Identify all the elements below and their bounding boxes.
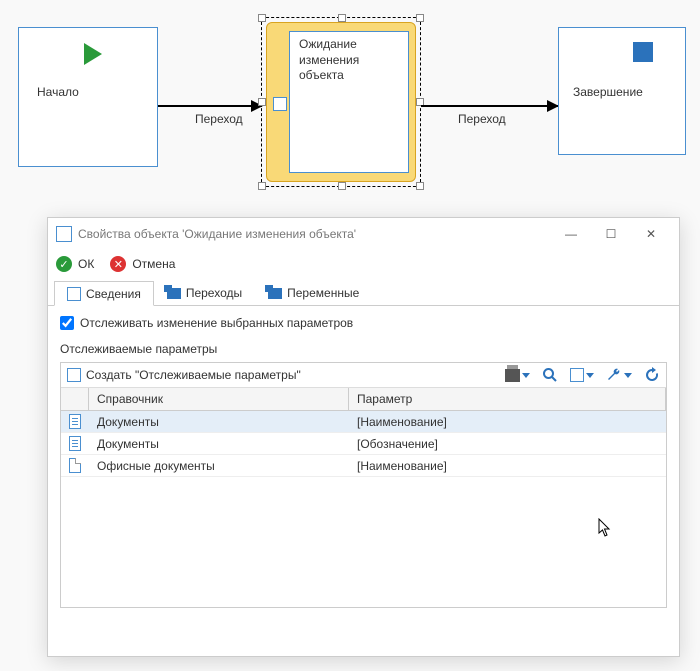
document-icon [69, 436, 81, 451]
panel-icon [570, 368, 584, 382]
wait-icon [273, 97, 287, 111]
track-checkbox-label: Отслеживать изменение выбранных параметр… [80, 316, 353, 330]
properties-dialog: Свойства объекта 'Ожидание изменения объ… [47, 217, 680, 657]
ok-label[interactable]: ОК [78, 257, 94, 271]
resize-handle-ne[interactable] [416, 14, 424, 22]
grid-toolbar: Создать "Отслеживаемые параметры" [61, 363, 666, 388]
dialog-toolbar: ✓ ОК ✕ Отмена [48, 250, 679, 278]
edge-2[interactable] [421, 105, 558, 107]
variables-icon [268, 288, 282, 299]
track-checkbox[interactable] [60, 316, 74, 330]
resize-handle-se[interactable] [416, 182, 424, 190]
close-button[interactable]: ✕ [631, 227, 671, 241]
table-row[interactable]: Документы [Обозначение] [61, 433, 666, 455]
selection-frame[interactable]: Ожидание изменения объекта [261, 17, 421, 187]
panel-button[interactable] [570, 368, 594, 382]
ok-icon[interactable]: ✓ [56, 256, 72, 272]
tab-transitions[interactable]: Переходы [154, 280, 255, 305]
document-icon [69, 458, 81, 473]
cancel-icon[interactable]: ✕ [110, 256, 126, 272]
edge-2-label: Переход [458, 112, 506, 126]
chevron-down-icon [522, 373, 530, 378]
details-icon [67, 287, 81, 301]
node-start[interactable]: Начало [18, 27, 158, 167]
edge-1[interactable] [158, 105, 262, 107]
cell-parameter: [Наименование] [349, 412, 666, 432]
cell-reference: Документы [89, 434, 349, 454]
tab-strip: Сведения Переходы Переменные [48, 278, 679, 306]
dialog-title: Свойства объекта 'Ожидание изменения объ… [78, 227, 551, 241]
parameters-grid: Создать "Отслеживаемые параметры" Справо… [60, 362, 667, 608]
tab-variables[interactable]: Переменные [255, 280, 372, 305]
search-button[interactable] [542, 367, 558, 383]
resize-handle-nw[interactable] [258, 14, 266, 22]
create-icon [67, 368, 81, 382]
refresh-button[interactable] [644, 367, 660, 383]
chevron-down-icon [586, 373, 594, 378]
grid-empty-area [61, 477, 666, 607]
node-wait[interactable]: Ожидание изменения объекта [266, 22, 416, 182]
column-reference[interactable]: Справочник [89, 388, 349, 410]
tab-transitions-label: Переходы [186, 286, 242, 300]
node-wait-label: Ожидание изменения объекта [299, 37, 359, 84]
tab-details-label: Сведения [86, 287, 141, 301]
node-end[interactable]: Завершение [558, 27, 686, 155]
cursor-icon [598, 518, 614, 538]
grid-header: Справочник Параметр [61, 388, 666, 411]
tab-variables-label: Переменные [287, 286, 359, 300]
print-icon [505, 369, 520, 382]
print-button[interactable] [505, 369, 530, 382]
app-icon [56, 226, 72, 242]
workflow-diagram: Начало Переход Ожидание изменения объект… [0, 0, 700, 200]
grid-body: Документы [Наименование] Документы [Обоз… [61, 411, 666, 607]
document-icon [69, 414, 81, 429]
search-icon [542, 367, 558, 383]
play-icon [84, 43, 102, 65]
tools-button[interactable] [606, 367, 632, 383]
stop-icon [633, 42, 653, 62]
chevron-down-icon [624, 373, 632, 378]
node-start-label: Начало [37, 85, 79, 99]
cell-reference: Офисные документы [89, 456, 349, 476]
transitions-icon [167, 288, 181, 299]
resize-handle-n[interactable] [338, 14, 346, 22]
titlebar[interactable]: Свойства объекта 'Ожидание изменения объ… [48, 218, 679, 250]
resize-handle-w[interactable] [258, 98, 266, 106]
cell-parameter: [Обозначение] [349, 434, 666, 454]
cancel-label[interactable]: Отмена [132, 257, 175, 271]
cell-parameter: [Наименование] [349, 456, 666, 476]
maximize-button[interactable]: ☐ [591, 227, 631, 241]
node-end-label: Завершение [573, 85, 643, 99]
table-row[interactable]: Документы [Наименование] [61, 411, 666, 433]
resize-handle-s[interactable] [338, 182, 346, 190]
tab-details[interactable]: Сведения [54, 281, 154, 306]
cell-reference: Документы [89, 412, 349, 432]
section-heading: Отслеживаемые параметры [60, 342, 667, 356]
edge-1-label: Переход [195, 112, 243, 126]
wrench-icon [606, 367, 622, 383]
column-parameter[interactable]: Параметр [349, 388, 666, 410]
table-row[interactable]: Офисные документы [Наименование] [61, 455, 666, 477]
refresh-icon [644, 367, 660, 383]
create-button[interactable]: Создать "Отслеживаемые параметры" [86, 368, 301, 382]
resize-handle-sw[interactable] [258, 182, 266, 190]
minimize-button[interactable]: — [551, 227, 591, 241]
tab-content: Отслеживать изменение выбранных параметр… [48, 306, 679, 618]
